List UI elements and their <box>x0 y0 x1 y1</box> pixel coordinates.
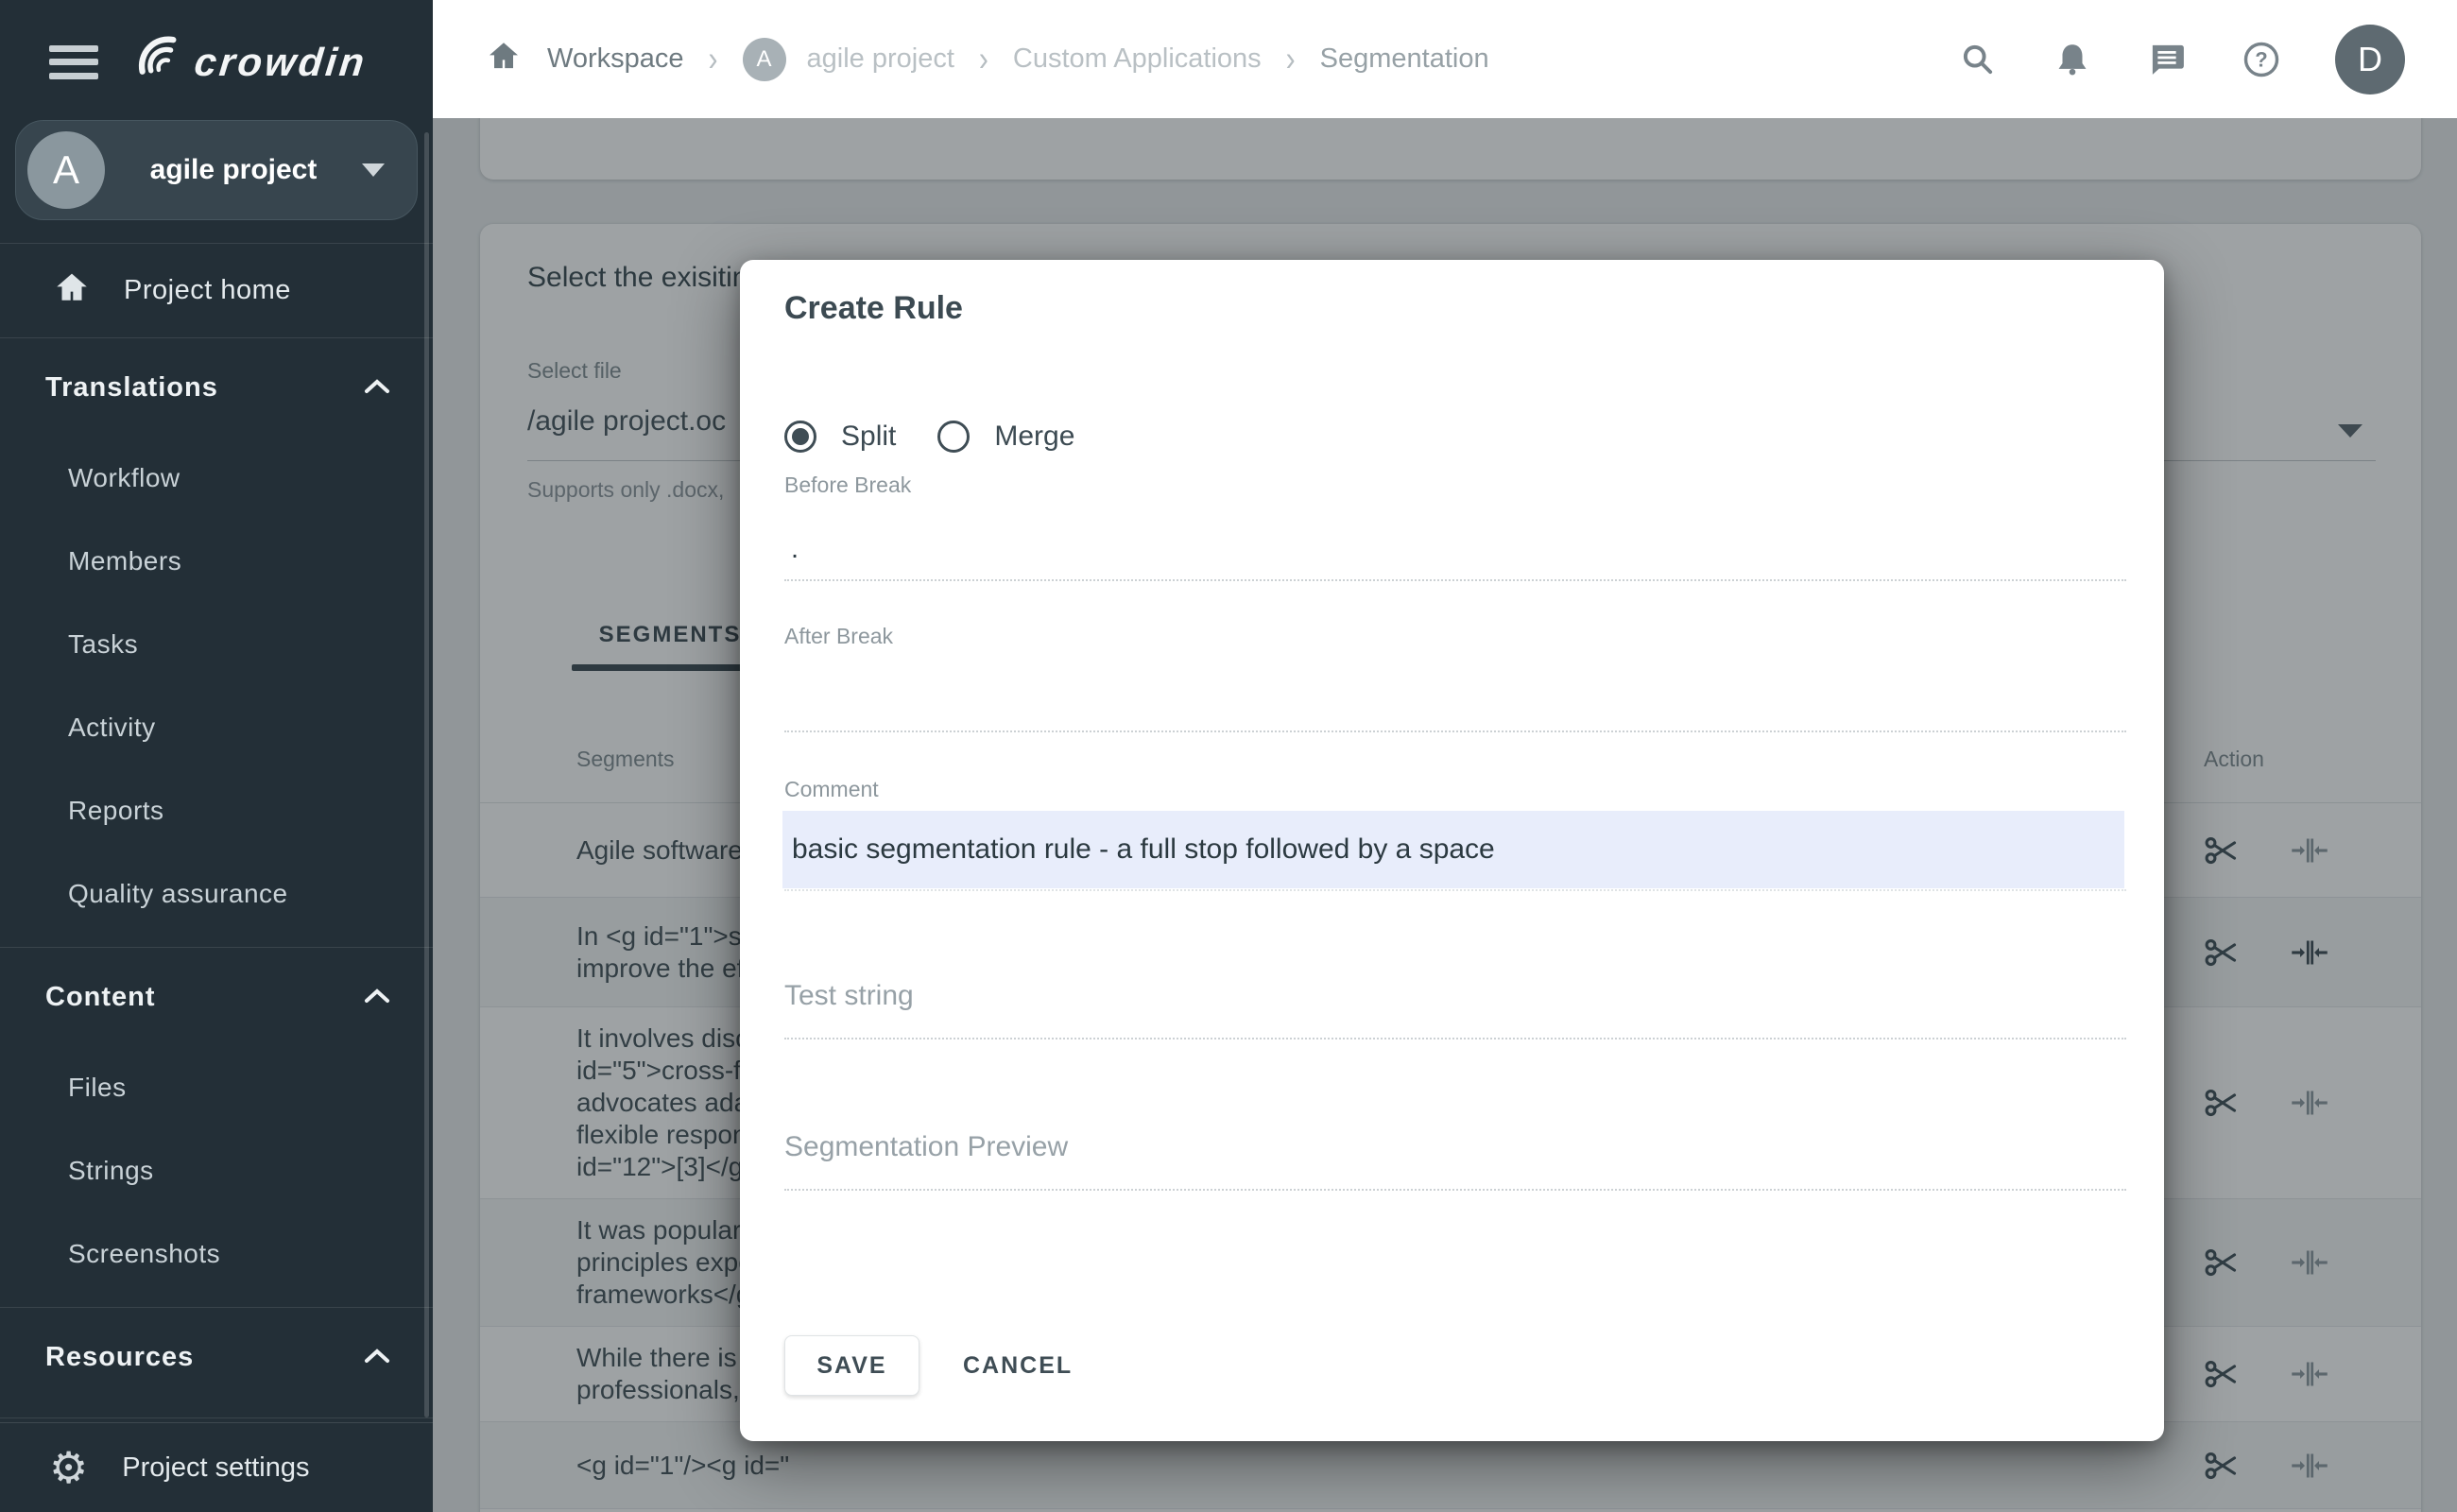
sidebar-section-content[interactable]: Content <box>0 948 433 1046</box>
sidebar-item-tasks[interactable]: Tasks <box>0 603 433 686</box>
topbar: Workspace › Aagile project › Custom Applicat… <box>433 0 2457 118</box>
crowdin-app: crowdin A agile project Project home Tra… <box>0 0 2457 1512</box>
sidebar-item-files[interactable]: Files <box>0 1046 433 1129</box>
segmentation-preview-underline <box>784 1189 2126 1191</box>
sidebar-item-members[interactable]: Members <box>0 520 433 603</box>
sidebar-item-workflow[interactable]: Workflow <box>0 437 433 520</box>
dialog-actions: SAVE CANCEL <box>784 1335 1090 1396</box>
segmentation-preview-input[interactable]: Segmentation Preview <box>784 1131 1068 1163</box>
breadcrumb-label: Custom Applications <box>1012 43 1262 74</box>
after-break-underline <box>784 730 2126 732</box>
sidebar-header: crowdin <box>0 0 433 111</box>
caret-down-icon <box>362 163 385 177</box>
comment-input[interactable]: basic segmentation rule - a full stop fo… <box>782 811 2124 888</box>
svg-text:?: ? <box>2255 47 2267 71</box>
sidebar-item-activity[interactable]: Activity <box>0 686 433 769</box>
sidebar-item-project-home[interactable]: Project home <box>0 244 433 338</box>
radio-unselected-icon[interactable] <box>937 421 971 453</box>
chevron-up-icon <box>363 982 391 1013</box>
breadcrumb-label: agile project <box>806 43 954 74</box>
project-name: agile project <box>149 154 318 185</box>
section-label: Resources <box>45 1341 195 1372</box>
breadcrumb-home[interactable] <box>485 37 523 82</box>
home-icon <box>485 37 523 82</box>
breadcrumb-item-custom-applications[interactable]: Custom Applications <box>1013 43 1262 75</box>
comment-label: Comment <box>784 777 879 801</box>
chevron-up-icon <box>363 372 391 404</box>
sidebar: crowdin A agile project Project home Tra… <box>0 0 433 1512</box>
breadcrumb-item-workspace[interactable]: Workspace <box>547 43 684 75</box>
messages-chat-icon[interactable] <box>2146 39 2188 80</box>
chevron-right-icon: › <box>708 39 718 78</box>
breadcrumb-label: Workspace <box>547 43 684 74</box>
save-button[interactable]: SAVE <box>784 1335 919 1396</box>
breadcrumb-item-segmentation[interactable]: Segmentation <box>1320 43 1489 75</box>
sidebar-item-screenshots[interactable]: Screenshots <box>0 1212 433 1296</box>
sidebar-item-label: Project settings <box>122 1452 310 1483</box>
home-icon <box>52 267 92 315</box>
before-break-input[interactable]: . <box>791 534 799 565</box>
before-break-label: Before Break <box>784 472 912 497</box>
help-icon[interactable]: ? <box>2241 39 2282 80</box>
radio-label: Merge <box>994 421 1075 452</box>
user-avatar[interactable]: D <box>2335 24 2405 94</box>
radio-selected-icon[interactable] <box>784 421 816 453</box>
crowdin-logo[interactable]: crowdin <box>130 32 369 92</box>
sidebar-section-resources[interactable]: Resources <box>0 1308 433 1406</box>
before-break-underline <box>784 579 2126 581</box>
create-rule-dialog: Create Rule Split Merge Before Break . Af… <box>740 260 2164 1441</box>
breadcrumb-project-avatar: A <box>742 37 786 81</box>
section-label: Content <box>45 981 156 1012</box>
sidebar-item-quality-assurance[interactable]: Quality assurance <box>0 852 433 936</box>
sidebar-scrollbar[interactable] <box>424 132 429 1418</box>
test-string-underline <box>784 1038 2126 1040</box>
crowdin-wordmark: crowdin <box>192 39 369 84</box>
sidebar-item-strings[interactable]: Strings <box>0 1129 433 1212</box>
chevron-right-icon: › <box>978 39 988 78</box>
radio-option-merge[interactable]: Merge <box>937 421 1074 453</box>
chevron-up-icon <box>363 1342 391 1373</box>
crowdin-logo-mark-icon <box>130 32 185 92</box>
section-label: Translations <box>45 371 218 403</box>
cancel-button[interactable]: CANCEL <box>946 1352 1090 1380</box>
chevron-right-icon: › <box>1285 39 1296 78</box>
project-avatar: A <box>27 131 105 209</box>
comment-underline <box>784 889 2126 891</box>
test-string-input[interactable]: Test string <box>784 980 914 1012</box>
search-icon[interactable] <box>1957 39 1999 80</box>
gear-icon: ⚙ <box>49 1442 89 1493</box>
sidebar-item-reports[interactable]: Reports <box>0 769 433 852</box>
breadcrumb: Workspace › Aagile project › Custom Applicat… <box>485 37 1489 82</box>
dialog-title: Create Rule <box>784 290 963 326</box>
hamburger-menu-icon[interactable] <box>49 44 98 79</box>
breadcrumb-label: Segmentation <box>1319 43 1489 74</box>
project-switcher[interactable]: A agile project <box>15 120 418 220</box>
rule-type-radio-group: Split Merge <box>784 421 1074 453</box>
notifications-bell-icon[interactable] <box>2052 39 2093 80</box>
sidebar-item-project-settings[interactable]: ⚙ Project settings <box>0 1422 433 1512</box>
sidebar-item-label: Project home <box>124 275 291 305</box>
radio-option-split[interactable]: Split <box>784 421 896 453</box>
sidebar-nav: Translations Workflow Members Tasks Activity… <box>0 338 433 1418</box>
comment-value: basic segmentation rule - a full stop fo… <box>792 833 1495 865</box>
sidebar-section-translations[interactable]: Translations <box>0 338 433 437</box>
breadcrumb-item-agile-project[interactable]: Aagile project <box>742 37 954 81</box>
topbar-icons: ? D <box>1957 24 2405 94</box>
radio-label: Split <box>841 421 897 452</box>
after-break-label: After Break <box>784 624 894 648</box>
